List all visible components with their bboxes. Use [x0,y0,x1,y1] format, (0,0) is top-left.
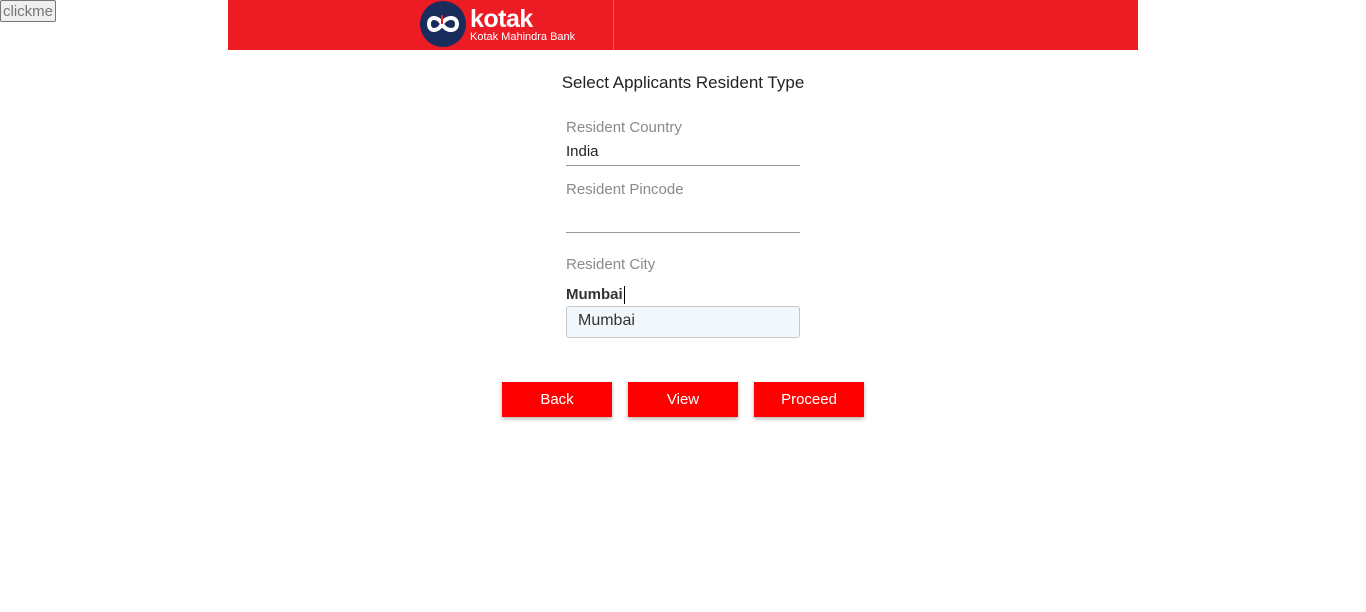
kotak-logo: kotak Kotak Mahindra Bank [420,1,576,47]
proceed-button[interactable]: Proceed [754,382,864,417]
logo-brand: kotak [470,5,533,33]
header-bar: kotak Kotak Mahindra Bank [228,0,1138,50]
resident-country-input[interactable]: India [566,143,800,165]
resident-pincode-label: Resident Pincode [566,181,684,198]
city-autocomplete-dropdown: Mumbai [566,306,800,338]
resident-pincode-field[interactable]: Resident Pincode [566,181,800,233]
resident-city-field[interactable]: Resident City Mumbai [566,256,800,309]
logo-subtitle: Kotak Mahindra Bank [470,31,576,43]
resident-country-label: Resident Country [566,119,682,136]
clickme-button[interactable]: clickme [0,0,57,22]
resident-city-input[interactable]: Mumbai [566,286,623,303]
resident-pincode-input[interactable] [566,205,800,232]
page-title: Select Applicants Resident Type [561,73,805,92]
view-button[interactable]: View [628,382,738,417]
back-button[interactable]: Back [502,382,612,417]
header-divider [613,0,614,50]
kotak-logo-icon [420,1,466,47]
city-suggestion-item[interactable]: Mumbai [567,307,799,330]
input-underline [566,232,800,233]
resident-country-field[interactable]: Resident Country India [566,119,800,166]
text-cursor [623,286,625,304]
resident-city-label: Resident City [566,256,656,273]
input-underline [566,165,800,166]
